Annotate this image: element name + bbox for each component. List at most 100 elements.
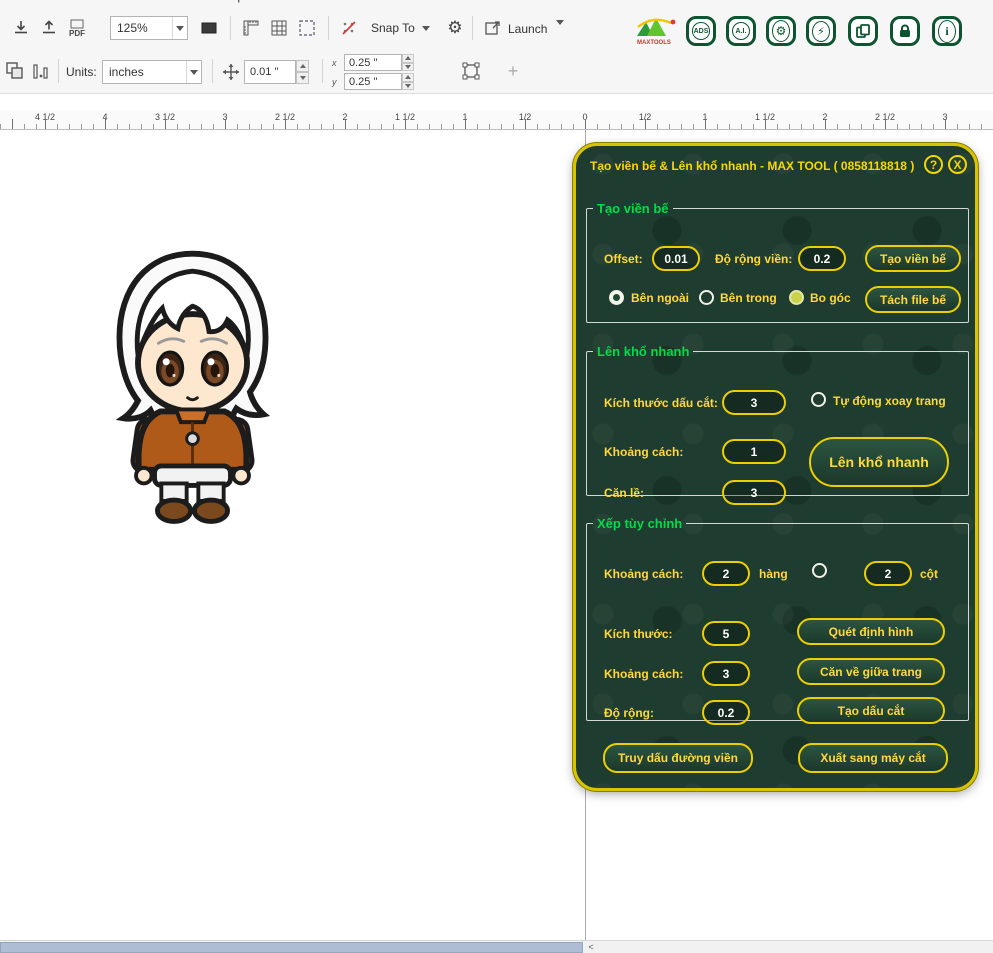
custom-spacing2-label: Khoảng cách: (604, 667, 683, 681)
show-guidelines-button[interactable] (294, 15, 320, 41)
zoom-dropdown-arrow[interactable] (172, 17, 187, 39)
menubar: Text Table Tools Window Help (0, 0, 993, 8)
macro-lock-button[interactable] (890, 16, 920, 46)
plus-icon: + (508, 61, 519, 82)
nudge-spinner[interactable] (296, 60, 309, 84)
pdf-page-icon (70, 19, 84, 29)
duplicate-x-spinner[interactable] (402, 54, 414, 71)
snap-off-button[interactable] (336, 15, 362, 41)
options-button[interactable]: ⚙ (442, 15, 468, 41)
macro-ads-button[interactable]: ADS (686, 16, 716, 46)
snap-to-dropdown[interactable]: Snap To (364, 16, 434, 40)
pdf-label: PDF (69, 29, 85, 38)
trace-outline-button[interactable]: Truy dấu đường viền (603, 743, 753, 773)
menu-tools[interactable]: Tools (105, 0, 133, 3)
help-icon: ? (930, 158, 937, 172)
macro-info-button[interactable]: i (932, 16, 962, 46)
radio-ben-ngoai[interactable] (609, 290, 624, 305)
close-button[interactable]: X (948, 155, 967, 174)
info-icon: i (938, 20, 956, 43)
radio-ben-trong-label[interactable]: Bên trong (720, 291, 777, 305)
menu-text[interactable]: Text (10, 0, 32, 3)
show-rulers-button[interactable] (238, 15, 264, 41)
menu-window[interactable]: Window (155, 0, 198, 3)
macro-flash-button[interactable]: ⚡ (806, 16, 836, 46)
stroke-width-input[interactable] (702, 700, 750, 725)
margin-input[interactable] (722, 480, 786, 505)
scroll-left-arrow[interactable]: < (584, 941, 598, 953)
units-dropdown-arrow[interactable] (186, 61, 201, 83)
spacing2-input[interactable] (702, 661, 750, 686)
duplicate-distance-widget: x y (332, 54, 414, 90)
offset-input[interactable] (652, 246, 700, 271)
create-border-button[interactable]: Tạo viền bế (865, 245, 961, 272)
ruler-label: 4 (102, 112, 107, 122)
cut-mark-size-input[interactable] (722, 390, 786, 415)
custom-spacing-label: Khoảng cách: (604, 567, 683, 581)
full-screen-icon (201, 22, 217, 34)
horizontal-ruler[interactable]: 4 1/2 4 3 1/2 3 2 1/2 2 1 1/2 1 1/2 0 1/… (0, 110, 993, 130)
show-grid-button[interactable] (266, 15, 292, 41)
menu-help[interactable]: Help (219, 0, 244, 3)
maxtool-dialog: Tạo viền bế & Lên khổ nhanh - MAX TOOL (… (573, 143, 978, 791)
duplicate-y-tag: y (332, 77, 344, 87)
macro-copy-button[interactable] (848, 16, 878, 46)
center-on-page-button[interactable]: Căn về giữa trang (797, 658, 945, 685)
full-screen-preview-button[interactable] (196, 15, 222, 41)
publish-pdf-button[interactable]: PDF (64, 15, 90, 41)
pick-transform-button[interactable] (2, 58, 28, 84)
duplicate-x-field[interactable]: x (332, 54, 414, 71)
duplicate-x-input[interactable] (344, 54, 402, 71)
border-width-input[interactable] (798, 246, 846, 271)
launch-button[interactable] (480, 15, 506, 41)
snap-to-arrow[interactable] (418, 17, 433, 39)
horizontal-scrollbar[interactable]: < (0, 940, 993, 953)
quick-spacing-input[interactable] (722, 439, 786, 464)
rows-input[interactable] (702, 561, 750, 586)
pick-transform-icon (5, 61, 25, 81)
auto-rotate-label[interactable]: Tự động xoay trang (833, 394, 946, 408)
radio-auto-rotate[interactable] (811, 392, 826, 407)
export-to-cutter-button[interactable]: Xuất sang máy cắt (798, 743, 948, 773)
duplicate-y-field[interactable]: y (332, 73, 414, 90)
horizontal-scrollbar-thumb[interactable] (0, 942, 583, 953)
launch-dropdown-arrow[interactable] (556, 25, 564, 43)
export-button[interactable] (36, 15, 62, 41)
cols-input[interactable] (864, 561, 912, 586)
ruler-label: 1/2 (519, 112, 532, 122)
object-distribution-button[interactable] (28, 58, 54, 84)
nudge-distance-input[interactable] (244, 60, 296, 84)
scan-shape-button[interactable]: Quét định hình (797, 618, 945, 645)
treat-as-filled-button[interactable] (458, 58, 484, 84)
split-die-file-button[interactable]: Tách file bế (865, 286, 961, 313)
zoom-level-combo[interactable]: 125% (110, 16, 188, 40)
nudge-offset-button (218, 59, 244, 85)
size-input[interactable] (702, 621, 750, 646)
section-custom-arrange: Xếp tùy chỉnh Khoảng cách: hàng cột Kích… (586, 516, 969, 721)
help-button[interactable]: ? (924, 155, 943, 174)
create-cut-marks-button[interactable]: Tạo dấu cắt (797, 697, 945, 724)
maxtools-logo: MAXTOOLS (633, 14, 681, 46)
section-quick-layout-legend: Lên khổ nhanh (593, 344, 693, 359)
ruler-label: 1 (702, 112, 707, 122)
quick-layout-button[interactable]: Lên khổ nhanh (809, 437, 949, 487)
rows-label: hàng (759, 567, 788, 581)
duplicate-y-input[interactable] (344, 73, 402, 90)
add-plus-button[interactable]: + (500, 58, 526, 84)
stroke-width-label: Độ rộng: (604, 706, 654, 720)
macro-ai-button[interactable]: A.I. (726, 16, 756, 46)
launch-label[interactable]: Launch (508, 22, 547, 36)
units-select[interactable]: inches (102, 60, 202, 84)
radio-ben-trong[interactable] (699, 290, 714, 305)
chibi-character-artwork[interactable] (100, 242, 285, 537)
macro-settings-button[interactable]: ⚙ (766, 16, 796, 46)
radio-ben-ngoai-label[interactable]: Bên ngoài (631, 291, 689, 305)
ruler-label: 2 1/2 (875, 112, 895, 122)
radio-bo-goc[interactable] (789, 290, 804, 305)
import-button[interactable] (8, 15, 34, 41)
duplicate-y-spinner[interactable] (402, 73, 414, 90)
radio-bo-goc-label[interactable]: Bo góc (810, 291, 851, 305)
radio-custom-mode[interactable] (812, 563, 827, 578)
nudge-distance-field[interactable] (244, 60, 309, 84)
menu-table[interactable]: Table (54, 0, 83, 3)
